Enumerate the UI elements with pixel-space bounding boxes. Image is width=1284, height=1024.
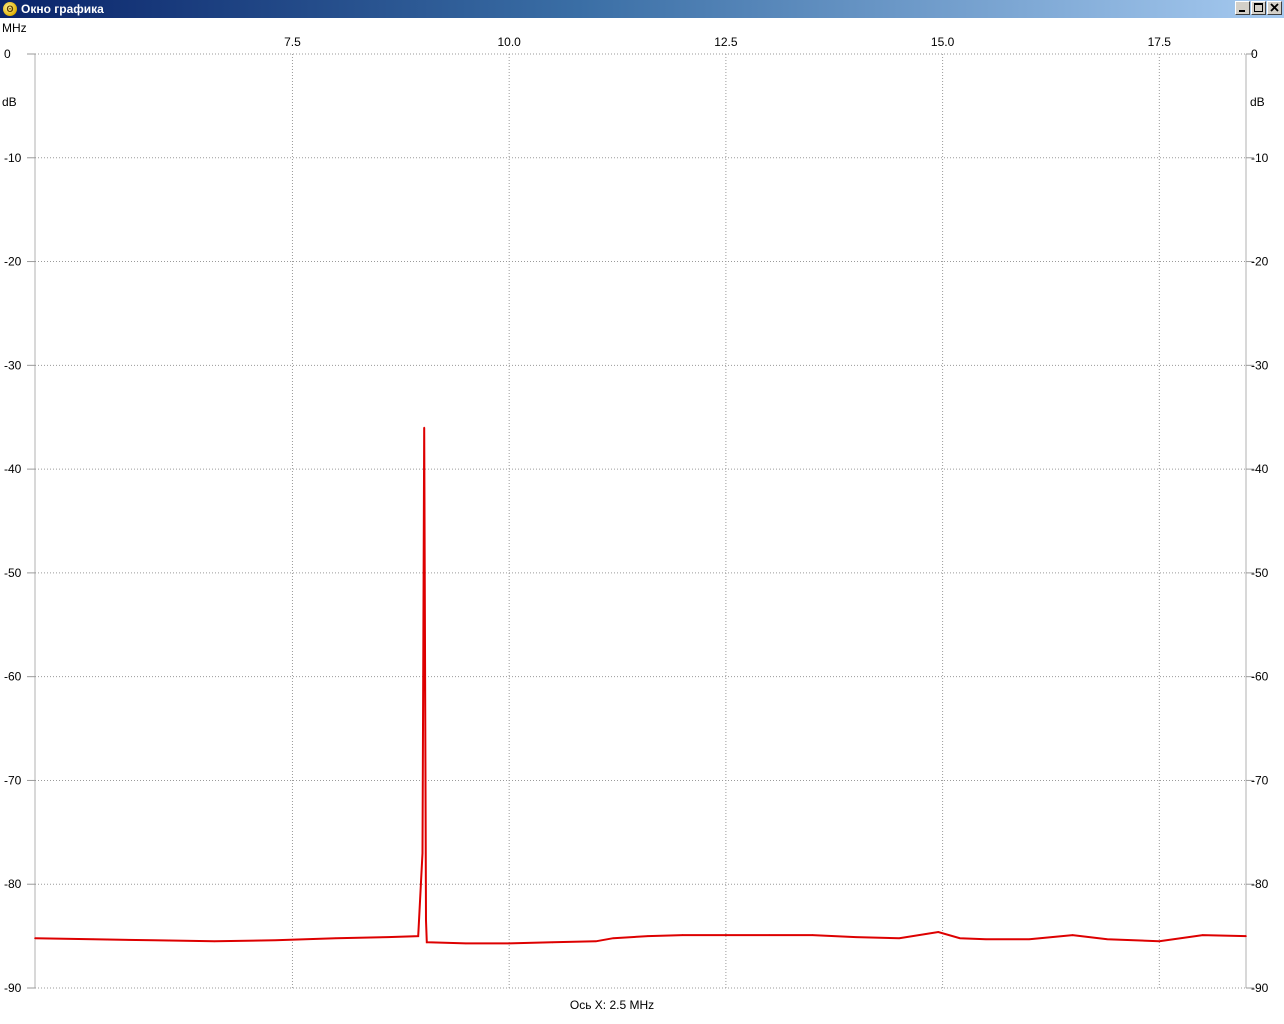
y-tick-label-right: -90 [1251, 981, 1269, 995]
trace-point [595, 940, 597, 943]
x-tick-label: 7.5 [284, 35, 301, 49]
trace-point [465, 942, 467, 945]
minimize-icon[interactable] [1235, 1, 1250, 15]
window-title: Окно графика [21, 2, 104, 16]
y-tick-label-left: -70 [4, 773, 22, 787]
x-axis-scale-label: Ось X: 2.5 MHz [570, 998, 654, 1012]
series-layer [34, 426, 1247, 945]
maximize-icon[interactable] [1251, 1, 1266, 15]
trace-point [274, 939, 276, 942]
trace-point [1201, 934, 1204, 936]
spectrum-chart: 0 0 -10 -10 -20 -20 -30 -30 -40 -40 -50 -50 -60 -60 -7… [2, 21, 1269, 1012]
y-tick-label-right: -60 [1251, 670, 1269, 684]
trace-point [1028, 938, 1031, 941]
trace-point [1071, 934, 1074, 936]
x-tick-label: 12.5 [714, 35, 738, 49]
y-tick-label-right: -50 [1251, 566, 1269, 580]
trace-point [92, 938, 94, 941]
y-axis-label-left: dB [2, 95, 17, 109]
trace-point [1158, 940, 1161, 943]
y-tick-label-left: -80 [4, 877, 22, 891]
app-logo-icon: ʘ [3, 2, 17, 16]
window-controls [1235, 1, 1282, 15]
trace-point [898, 937, 901, 939]
trace-point [426, 941, 429, 944]
y-tick-label-right: -80 [1251, 877, 1269, 891]
trace-point [508, 942, 510, 945]
trace-point [647, 935, 649, 937]
trace-point [551, 941, 554, 944]
trace-point [423, 426, 426, 429]
trace-point [417, 935, 419, 937]
y-tick-label-right: -20 [1251, 255, 1269, 269]
y-tick-label-left: -60 [4, 670, 22, 684]
y-tick-label-left: 0 [4, 47, 11, 61]
trace-point [959, 937, 961, 939]
trace-point [985, 938, 987, 941]
x-tick-label: 10.0 [497, 35, 521, 49]
trace-point [34, 937, 36, 939]
trace-point [421, 852, 424, 854]
spectrum-trace [34, 427, 1247, 945]
y-tick-label-left: -40 [4, 462, 22, 476]
trace-point [334, 937, 337, 939]
close-icon[interactable] [1267, 1, 1282, 15]
trace-point [811, 934, 814, 936]
y-tick-label-left: -30 [4, 358, 22, 372]
trace-point [937, 931, 940, 933]
y-tick-label-left: -90 [4, 981, 22, 995]
y-tick-label-right: -70 [1251, 773, 1269, 787]
trace-point [152, 939, 155, 942]
trace-point [213, 940, 216, 943]
y-tick-label-left: -10 [4, 151, 22, 165]
grid [27, 53, 1254, 989]
trace-point [1245, 935, 1247, 937]
trace-point [725, 934, 727, 936]
trace-point [387, 936, 389, 938]
y-tick-label-right: -10 [1251, 151, 1269, 165]
trace-point [1106, 938, 1109, 941]
y-tick-label-left: -50 [4, 566, 22, 580]
axis-ticks: 0 0 -10 -10 -20 -20 -30 -30 -40 -40 -50 -50 -60 -60 -7… [4, 35, 1269, 995]
trace-point [612, 937, 614, 939]
trace-point [681, 934, 684, 936]
y-tick-label-right: -40 [1251, 462, 1269, 476]
trace-point [425, 919, 427, 922]
trace-point [855, 936, 857, 938]
y-tick-label-right: 0 [1251, 47, 1258, 61]
trace-point [768, 934, 771, 936]
x-tick-label: 17.5 [1148, 35, 1172, 49]
y-tick-label-left: -20 [4, 255, 22, 269]
title-bar: ʘ Окно графика [0, 0, 1284, 18]
x-unit-label: MHz [2, 21, 27, 35]
y-axis-label-right: dB [1250, 95, 1265, 109]
x-tick-label: 15.0 [931, 35, 955, 49]
y-tick-label-right: -30 [1251, 358, 1269, 372]
